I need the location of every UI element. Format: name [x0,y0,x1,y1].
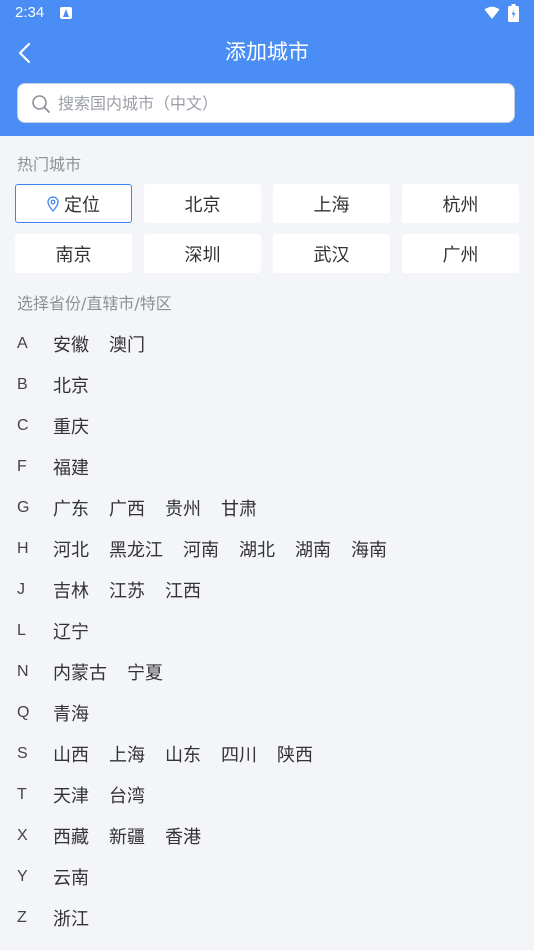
index-letter: T [17,786,27,803]
province-item[interactable]: 台湾 [109,782,145,808]
province-item[interactable]: 广东 [53,495,89,521]
hot-city-label: 武汉 [313,244,350,266]
province-group-j: J 吉林 江苏 江西 [0,570,534,610]
index-letter: F [17,458,27,475]
province-item[interactable]: 辽宁 [53,618,89,644]
hot-city-label: 上海 [313,194,350,216]
province-group-b: B 北京 [0,365,534,405]
province-item[interactable]: 山西 [53,741,89,767]
location-pin-icon [47,195,59,212]
province-item[interactable]: 陕西 [277,741,313,767]
index-letter: S [17,745,28,762]
hot-city-button[interactable]: 武汉 [273,234,390,273]
province-item[interactable]: 江苏 [109,577,145,603]
hot-cities-label: 热门城市 [17,155,82,174]
province-item[interactable]: 浙江 [53,905,89,931]
province-group-h: H 河北 黑龙江 河南 湖北 湖南 海南 [0,529,534,569]
index-letter: Z [17,909,27,926]
province-group-n: N 内蒙古 宁夏 [0,652,534,692]
province-group-s: S 山西 上海 山东 四川 陕西 [0,734,534,774]
province-group-c: C 重庆 [0,406,534,446]
province-item[interactable]: 澳门 [109,331,145,357]
province-item[interactable]: 四川 [221,741,257,767]
province-group-x: X 西藏 新疆 香港 [0,816,534,856]
province-group-a: A 安徽 澳门 [0,324,534,364]
province-item[interactable]: 内蒙古 [53,659,107,685]
index-letter: X [17,827,28,844]
province-item[interactable]: 青海 [53,700,89,726]
hot-city-button[interactable]: 南京 [15,234,132,273]
province-item[interactable]: 安徽 [53,331,89,357]
hot-city-button[interactable]: 北京 [144,184,261,223]
search-box[interactable] [17,83,515,123]
province-item[interactable]: 山东 [165,741,201,767]
status-bar: 2:34 [0,0,534,28]
province-group-y: Y 云南 [0,857,534,897]
index-letter: H [17,540,29,557]
province-group-f: F 福建 [0,447,534,487]
province-item[interactable]: 天津 [53,782,89,808]
index-letter: L [17,622,26,639]
province-item[interactable]: 黑龙江 [109,536,163,562]
province-group-l: L 辽宁 [0,611,534,651]
index-letter: J [17,581,25,598]
province-item[interactable]: 北京 [53,372,89,398]
header-bar: 2:34 添加城市 [0,0,534,136]
search-icon [32,95,50,113]
province-item[interactable]: 甘肃 [221,495,257,521]
hot-city-label: 广州 [442,244,479,266]
hot-cities-grid: 定位 北京 上海 杭州 南京 深圳 武汉 广州 [15,184,519,273]
province-item[interactable]: 福建 [53,454,89,480]
index-letter: Q [17,704,30,721]
hot-city-label: 定位 [64,194,100,216]
province-item[interactable]: 上海 [109,741,145,767]
hot-city-button[interactable]: 杭州 [402,184,519,223]
index-letter: B [17,376,28,393]
hot-city-label: 深圳 [184,244,221,266]
province-group-t: T 天津 台湾 [0,775,534,815]
province-item[interactable]: 西藏 [53,823,89,849]
index-letter: C [17,417,29,434]
notification-icon [60,7,72,19]
province-group-z: Z 浙江 [0,898,534,938]
page-title: 添加城市 [225,40,309,64]
index-letter: A [17,335,28,352]
province-item[interactable]: 河北 [53,536,89,562]
province-group-g: G 广东 广西 贵州 甘肃 [0,488,534,528]
index-letter: G [17,499,30,516]
province-item[interactable]: 湖南 [295,536,331,562]
hot-city-button[interactable]: 深圳 [144,234,261,273]
province-item[interactable]: 湖北 [239,536,275,562]
province-item[interactable]: 新疆 [109,823,145,849]
wifi-icon [484,6,500,19]
province-item[interactable]: 宁夏 [127,659,163,685]
province-item[interactable]: 重庆 [53,413,89,439]
province-item[interactable]: 贵州 [165,495,201,521]
search-input[interactable] [58,84,498,122]
province-item[interactable]: 海南 [351,536,387,562]
province-section-label: 选择省份/直辖市/特区 [17,294,172,313]
hot-city-label: 杭州 [442,194,479,216]
index-letter: N [17,663,29,680]
province-item[interactable]: 吉林 [53,577,89,603]
province-item[interactable]: 广西 [109,495,145,521]
status-time: 2:34 [15,4,45,21]
hot-city-button[interactable]: 上海 [273,184,390,223]
province-item[interactable]: 云南 [53,864,89,890]
hot-city-label: 南京 [55,244,92,266]
province-item[interactable]: 河南 [183,536,219,562]
hot-city-label: 北京 [184,194,221,216]
hot-city-locate-button[interactable]: 定位 [15,184,132,223]
province-group-q: Q 青海 [0,693,534,733]
province-item[interactable]: 香港 [165,823,201,849]
hot-city-button[interactable]: 广州 [402,234,519,273]
battery-icon [508,4,519,22]
province-item[interactable]: 江西 [165,577,201,603]
index-letter: Y [17,868,28,885]
